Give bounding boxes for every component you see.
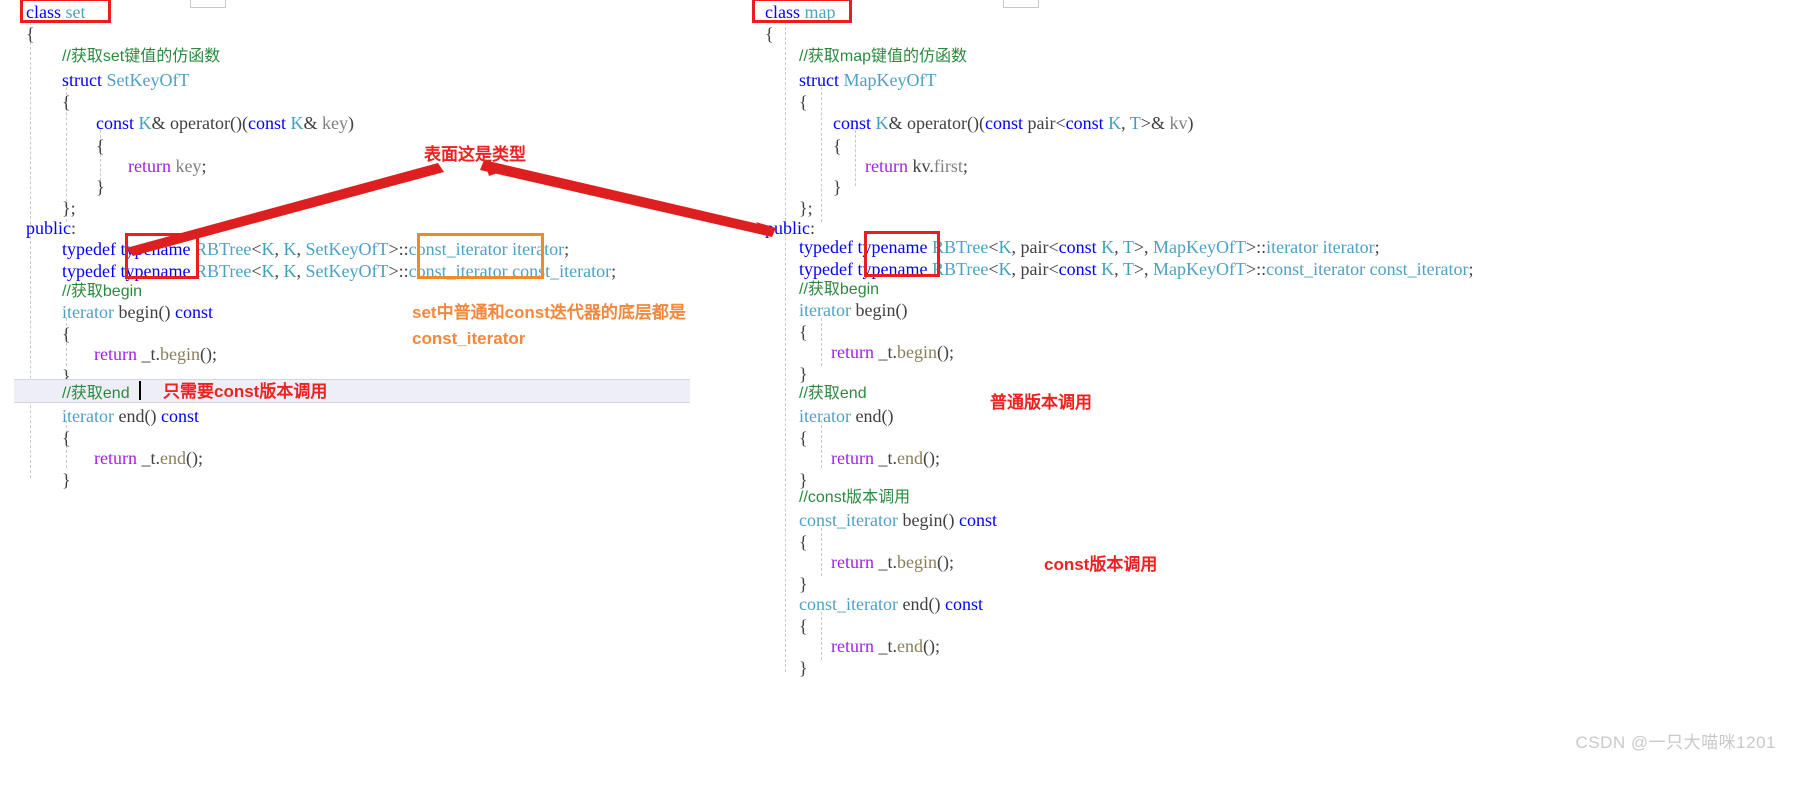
- indent-guide: [821, 528, 822, 576]
- code-line: return _t.begin();: [831, 552, 954, 572]
- code-line-typedef-const-iterator: typedef typename RBTree<K, pair<const K,…: [799, 259, 1474, 279]
- code-line: }: [62, 470, 71, 490]
- annotation-const-version: const版本调用: [1044, 555, 1158, 574]
- code-line: iterator end(): [799, 406, 894, 426]
- code-line: return _t.begin();: [831, 342, 954, 362]
- code-line: return key;: [128, 156, 207, 176]
- annotation-surface-type: 表面这是类型: [424, 145, 526, 164]
- code-line: const K& operator()(const K& key): [96, 113, 354, 133]
- code-line-typedef-iterator: typedef typename RBTree<K, K, SetKeyOfT>…: [62, 239, 570, 259]
- code-line: {: [799, 92, 808, 112]
- annotation-const-iterator-word: const_iterator: [412, 329, 526, 348]
- code-line: class set: [26, 2, 86, 22]
- indent-guide: [821, 82, 822, 222]
- indent-guide: [785, 22, 786, 672]
- code-line: iterator begin() const: [62, 302, 213, 322]
- code-line: {: [799, 428, 808, 448]
- code-line-typedef-iterator: typedef typename RBTree<K, pair<const K,…: [799, 237, 1380, 257]
- code-line: return _t.end();: [94, 448, 203, 468]
- code-pane-set: class set { //获取set键值的仿函数 struct SetKeyO…: [0, 0, 616, 594]
- code-line: {: [62, 428, 71, 448]
- code-line: {: [26, 24, 35, 44]
- code-line: const K& operator()(const pair<const K, …: [833, 113, 1194, 133]
- code-line: return _t.end();: [831, 636, 940, 656]
- text-caret: [139, 381, 141, 400]
- code-line: iterator begin(): [799, 300, 908, 320]
- code-line: struct SetKeyOfT: [62, 70, 190, 90]
- code-comment: //获取end: [799, 385, 867, 402]
- code-line: return kv.first;: [865, 156, 968, 176]
- code-line: struct MapKeyOfT: [799, 70, 937, 90]
- top-partial-box-left: [190, 0, 226, 8]
- csdn-watermark: CSDN @一只大喵咪1201: [1575, 733, 1776, 752]
- indent-guide: [821, 612, 822, 660]
- annotation-normal-version: 普通版本调用: [990, 393, 1092, 412]
- code-line: class map: [765, 2, 836, 22]
- code-line: {: [765, 24, 774, 44]
- code-line: const_iterator begin() const: [799, 510, 997, 530]
- code-line-typedef-const-iterator: typedef typename RBTree<K, K, SetKeyOfT>…: [62, 261, 617, 281]
- top-partial-box-right: [1003, 0, 1039, 8]
- code-line: iterator end() const: [62, 406, 199, 426]
- code-pane-map: class map { //获取map键值的仿函数 struct MapKeyO…: [755, 0, 1474, 810]
- code-comment-end-overlay: //获取end: [62, 385, 130, 402]
- indent-guide: [821, 318, 822, 366]
- indent-guide: [855, 130, 856, 186]
- code-line: }: [96, 177, 105, 197]
- code-line: {: [62, 92, 71, 112]
- code-line: }: [799, 658, 808, 678]
- code-line: {: [799, 532, 808, 552]
- code-line: {: [799, 322, 808, 342]
- annotation-only-const-version: 只需要const版本调用: [163, 382, 328, 401]
- code-comment: //获取set键值的仿函数: [62, 48, 221, 65]
- code-comment: //const版本调用: [799, 489, 911, 506]
- indent-guide: [30, 22, 31, 478]
- code-line: {: [799, 616, 808, 636]
- code-line: }: [833, 177, 842, 197]
- code-comment: //获取map键值的仿函数: [799, 48, 968, 65]
- code-line: const_iterator end() const: [799, 594, 983, 614]
- code-line: {: [96, 136, 105, 156]
- code-line: {: [62, 324, 71, 344]
- code-line: return _t.end();: [831, 448, 940, 468]
- annotation-set-iterator-note: set中普通和const迭代器的底层都是: [412, 303, 686, 322]
- code-line: return _t.begin();: [94, 344, 217, 364]
- code-line: {: [833, 136, 842, 156]
